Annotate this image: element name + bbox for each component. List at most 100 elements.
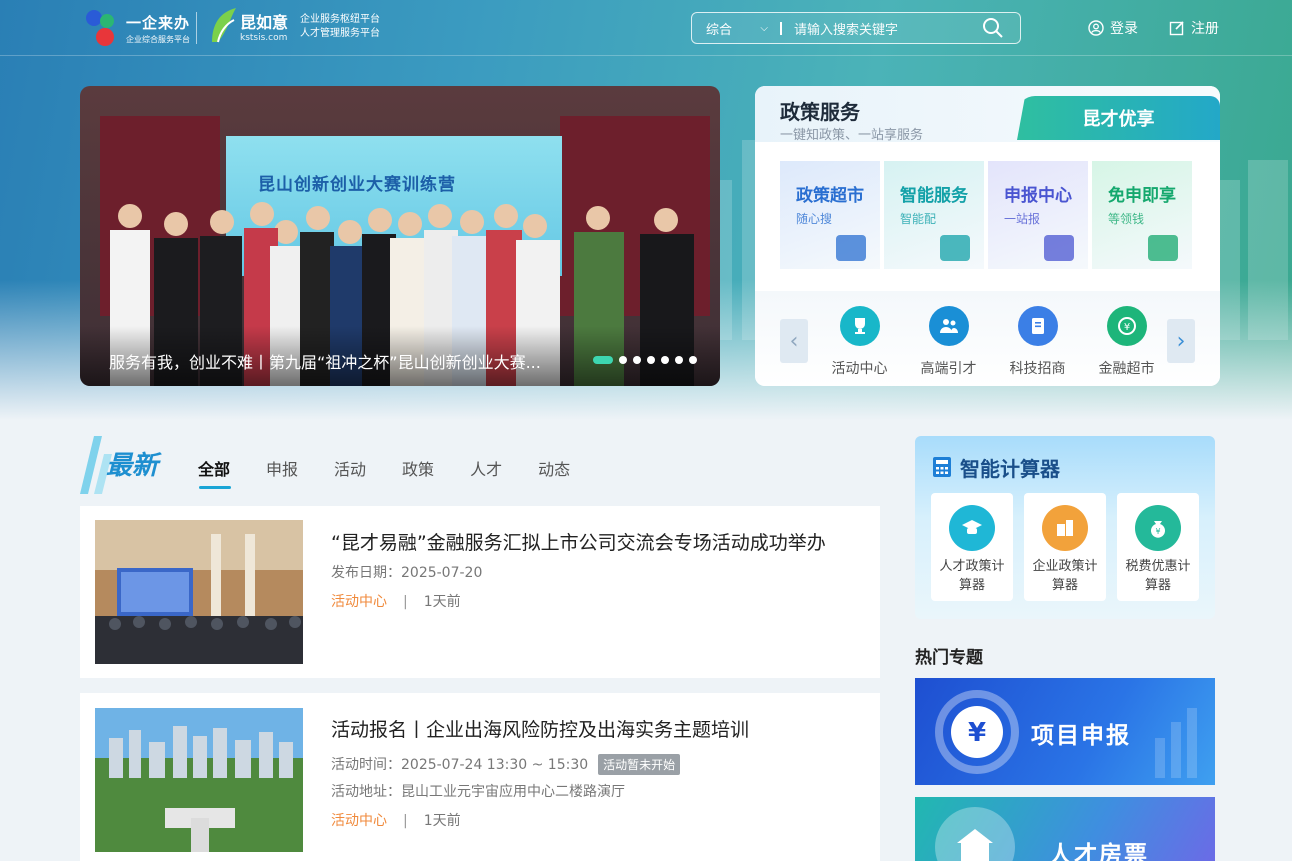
document-icon [836, 235, 866, 261]
tab-kuncai-youxiang[interactable]: 昆才优享 [1017, 96, 1220, 140]
calc-label-line2: 算器 [1144, 578, 1171, 593]
login-label: 登录 [1110, 21, 1138, 37]
register-link[interactable]: 注册 [1169, 18, 1219, 38]
news-thumbnail[interactable] [95, 708, 303, 852]
tab-talent[interactable]: 人才 [470, 456, 502, 480]
register-label: 注册 [1191, 21, 1219, 37]
logo-dots-icon [84, 8, 122, 48]
search-divider [780, 21, 782, 35]
shield-star-icon [940, 235, 970, 261]
logo2-line2: 人才管理服务平台 [300, 28, 380, 39]
quick-link-label: 高端引才 [920, 361, 977, 377]
logo2-line1: 企业服务枢纽平台 [300, 14, 380, 25]
tax-benefit-calculator[interactable]: ¥ 税费优惠计 算器 [1117, 493, 1199, 601]
yiqilaiban-logo[interactable]: 一企来办 企业综合服务平台 [84, 8, 190, 48]
search-category-select[interactable]: 综合 ⌵ [706, 19, 768, 38]
banner-caption[interactable]: 服务有我，创业不难丨第九届“祖冲之杯”昆山创新创业大赛... [109, 349, 541, 373]
talent-policy-calculator[interactable]: 人才政策计 算器 [931, 493, 1013, 601]
hot-topic-project-declaration[interactable]: ¥ 项目申报 [915, 678, 1215, 785]
carousel-dot[interactable] [675, 356, 683, 364]
tile-free-apply[interactable]: 免申即享 等领钱 [1092, 161, 1192, 269]
hot-topic-talent-housing[interactable]: 人才房票 [915, 797, 1215, 861]
tab-updates[interactable]: 动态 [538, 456, 570, 480]
tab-declaration[interactable]: 申报 [266, 456, 298, 480]
login-link[interactable]: 登录 [1088, 18, 1138, 38]
coin-icon: ¥ [1106, 306, 1147, 346]
policy-subtitle: 一键知政策、一站享服务 [780, 128, 924, 143]
activity-time: 活动时间：2025-07-24 13:30 ~ 15:30 活动暂未开始 [331, 754, 681, 775]
carousel-dot[interactable] [689, 356, 697, 364]
tile-title: 免申即享 [1108, 186, 1176, 206]
conference-photo [95, 520, 303, 664]
quick-link-activity-center[interactable]: 活动中心 [815, 306, 904, 378]
edit-icon [1169, 21, 1184, 36]
calculator-items: 人才政策计 算器 企业政策计 算器 ¥ 税费优惠计 算器 [931, 493, 1199, 601]
hot-topic-label: 人才房票 [1049, 842, 1149, 861]
chevron-right-icon[interactable]: › [1167, 319, 1195, 363]
edit-document-icon [1044, 235, 1074, 261]
tile-subtitle: 智能配 [900, 212, 937, 226]
quick-links: 活动中心 高端引才 科技招商 ¥ 金融超市 [815, 306, 1171, 378]
banner-carousel[interactable]: 昆山创新创业大赛训练营 服务有我，创业不难丨第九届“祖冲之杯”昆山创新创业大赛.… [80, 86, 720, 386]
quick-link-label: 金融超市 [1098, 361, 1155, 377]
calc-label-line2: 算器 [1051, 578, 1078, 593]
news-heading: 最新 [106, 451, 162, 481]
tab-policy[interactable]: 政策 [402, 456, 434, 480]
logo2-domain: kstsis.com [240, 33, 288, 43]
svg-text:¥: ¥ [968, 718, 986, 748]
policy-service-card: 政策服务 一键知政策、一站享服务 昆才优享 政策超市 随心搜 智能服务 智能配 … [755, 86, 1220, 386]
calculator-icon [933, 457, 951, 477]
people-icon [928, 306, 969, 346]
logo1-subtitle: 企业综合服务平台 [126, 34, 190, 44]
news-category[interactable]: 活动中心 [331, 594, 387, 610]
tile-declaration-center[interactable]: 申报中心 一站报 [988, 161, 1088, 269]
status-badge: 活动暂未开始 [598, 754, 681, 775]
graduate-icon [949, 505, 995, 551]
search-icon[interactable] [982, 17, 1004, 39]
search-input[interactable]: 请输入搜索关键字 [794, 19, 982, 38]
news-item[interactable]: 活动报名丨企业出海风险防控及出海实务主题培训 活动时间：2025-07-24 1… [80, 693, 880, 861]
news-meta: 活动中心 | 1天前 [331, 810, 461, 830]
carousel-dot[interactable] [593, 356, 613, 364]
news-thumbnail[interactable] [95, 520, 303, 664]
logo1-title: 一企来办 [126, 13, 191, 32]
tile-title: 智能服务 [900, 186, 968, 206]
quick-link-talent[interactable]: 高端引才 [904, 306, 993, 378]
news-item[interactable]: “昆才易融”金融服务汇拟上市公司交流会专场活动成功举办 发布日期：2025-07… [80, 506, 880, 678]
activity-place: 活动地址：昆山工业元宇宙应用中心二楼路演厅 [331, 781, 625, 801]
smart-calculator-card: 智能计算器 人才政策计 算器 企业政策计 算器 ¥ 税费优惠计 算器 [915, 436, 1215, 619]
carousel-dot[interactable] [619, 356, 627, 364]
quick-link-tech-investment[interactable]: 科技招商 [993, 306, 1082, 378]
active-tab-indicator [199, 486, 231, 489]
quick-link-label: 活动中心 [831, 361, 888, 377]
news-tabs: 全部 申报 活动 政策 人才 动态 [198, 456, 570, 480]
tab-activity[interactable]: 活动 [334, 456, 366, 480]
meta-divider: | [403, 594, 408, 610]
policy-title[interactable]: 政策服务 [780, 96, 860, 125]
carousel-dot[interactable] [633, 356, 641, 364]
policy-tiles: 政策超市 随心搜 智能服务 智能配 申报中心 一站报 免申即享 等领钱 [780, 161, 1192, 269]
trophy-icon [839, 306, 880, 346]
tab-all[interactable]: 全部 [198, 456, 230, 480]
enterprise-policy-calculator[interactable]: 企业政策计 算器 [1024, 493, 1106, 601]
carousel-dot[interactable] [661, 356, 669, 364]
chevron-down-icon: ⌵ [760, 22, 768, 34]
tile-title: 申报中心 [1004, 186, 1072, 206]
money-bag-icon [1148, 235, 1178, 261]
meta-divider: | [403, 813, 408, 829]
news-time-ago: 1天前 [423, 594, 461, 610]
news-title[interactable]: “昆才易融”金融服务汇拟上市公司交流会专场活动成功举办 [331, 528, 826, 555]
news-category[interactable]: 活动中心 [331, 813, 387, 829]
kunruyi-logo[interactable]: 昆如意 kstsis.com [208, 6, 288, 46]
quick-link-finance-market[interactable]: ¥ 金融超市 [1082, 306, 1171, 378]
tile-policy-supermarket[interactable]: 政策超市 随心搜 [780, 161, 880, 269]
chevron-left-icon[interactable]: ‹ [780, 319, 808, 363]
carousel-dot[interactable] [647, 356, 655, 364]
place-label: 活动地址： [331, 784, 401, 800]
news-title[interactable]: 活动报名丨企业出海风险防控及出海实务主题培训 [331, 715, 749, 742]
logo2-description: 企业服务枢纽平台 人才管理服务平台 [300, 13, 380, 41]
tile-smart-service[interactable]: 智能服务 智能配 [884, 161, 984, 269]
date-value: 2025-07-20 [401, 565, 483, 581]
calc-label-line2: 算器 [958, 578, 985, 593]
news-header: 最新 全部 申报 活动 政策 人才 动态 [80, 436, 880, 496]
